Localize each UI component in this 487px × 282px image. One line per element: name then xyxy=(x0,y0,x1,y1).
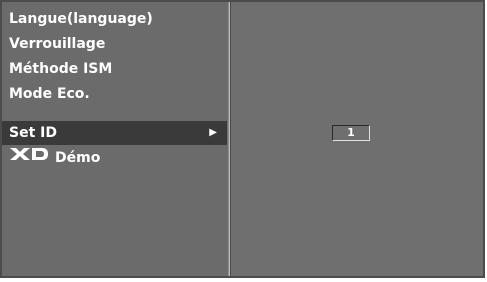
set-id-value-box[interactable]: 1 xyxy=(332,125,370,141)
menu-item-verrouillage[interactable]: Verrouillage xyxy=(2,32,227,56)
osd-menu: Langue(language) Verrouillage Méthode IS… xyxy=(0,0,485,278)
menu-item-set-id[interactable]: Set ID ▶ xyxy=(2,121,227,145)
right-triangle-icon: ▶ xyxy=(209,127,217,138)
menu-item-demo[interactable]: Démo xyxy=(2,146,227,170)
menu-item-label: Méthode ISM xyxy=(9,61,113,77)
menu-item-label: Démo xyxy=(55,150,101,166)
menu-panel: Langue(language) Verrouillage Méthode IS… xyxy=(2,2,227,276)
menu-item-label: Mode Eco. xyxy=(9,86,90,102)
menu-item-langue[interactable]: Langue(language) xyxy=(2,7,227,31)
value-panel: 1 xyxy=(231,2,483,276)
menu-item-methode-ism[interactable]: Méthode ISM xyxy=(2,57,227,81)
menu-item-mode-eco[interactable]: Mode Eco. xyxy=(2,82,227,106)
menu-item-label: Verrouillage xyxy=(9,36,106,52)
menu-item-label: Langue(language) xyxy=(9,11,153,27)
xd-logo-icon xyxy=(9,145,49,169)
menu-item-label: Set ID xyxy=(9,125,57,141)
